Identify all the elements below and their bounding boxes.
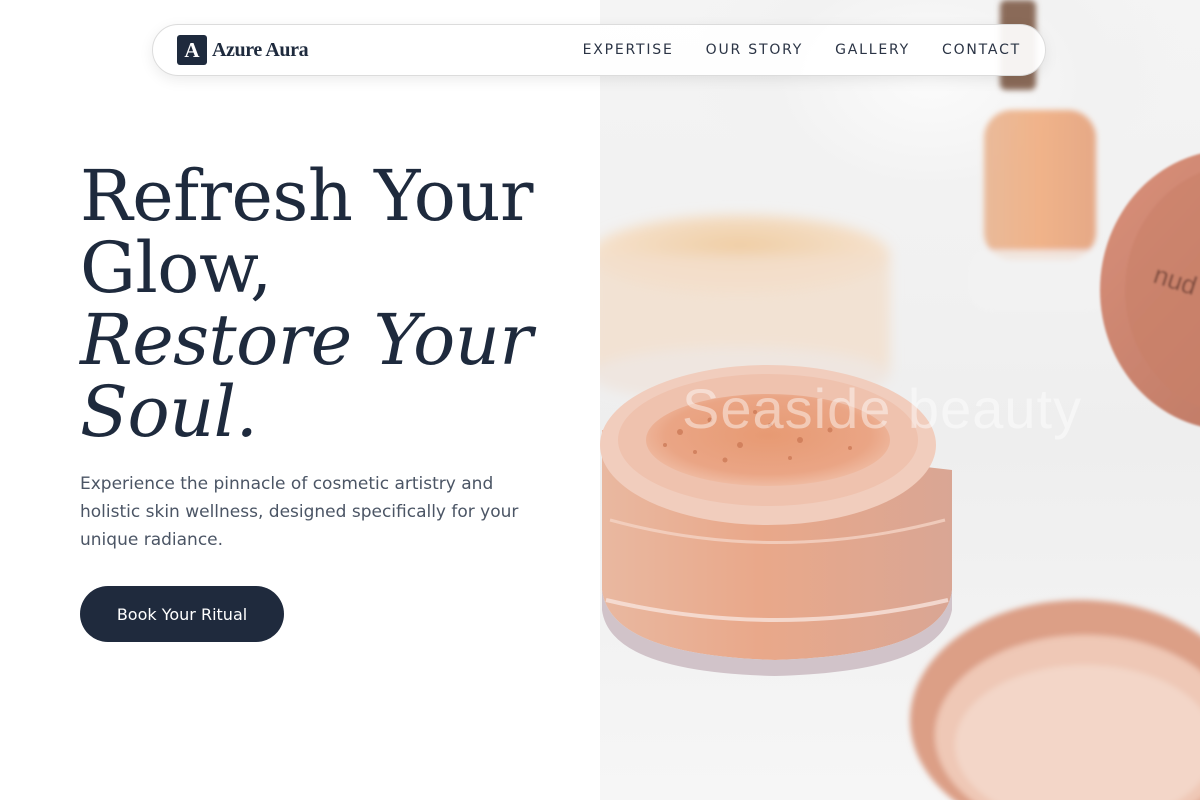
hero-image: nud Seaside beauty [600, 0, 1200, 800]
nav-link-gallery[interactable]: GALLERY [835, 42, 910, 58]
hero-headline: Refresh Your Glow, Restore Your Soul. [80, 160, 580, 448]
nav-links: EXPERTISE OUR STORY GALLERY CONTACT [583, 42, 1021, 58]
top-navigation: A Azure Aura EXPERTISE OUR STORY GALLERY… [152, 24, 1046, 76]
headline-line-1: Refresh Your [80, 155, 534, 237]
brand-logo-icon: A [177, 35, 207, 65]
headline-line-2: Glow, [80, 227, 272, 309]
nav-link-contact[interactable]: CONTACT [942, 42, 1021, 58]
hero-subtitle: Experience the pinnacle of cosmetic arti… [80, 474, 519, 550]
image-watermark: Seaside beauty [682, 377, 1083, 440]
book-your-ritual-button[interactable]: Book Your Ritual [80, 586, 284, 642]
brand-logo[interactable]: A Azure Aura [177, 35, 309, 65]
brand-name: Azure Aura [212, 38, 309, 61]
nav-link-expertise[interactable]: EXPERTISE [583, 42, 674, 58]
headline-line-4: Soul. [80, 371, 258, 453]
headline-line-3: Restore Your [80, 299, 533, 381]
nav-link-our-story[interactable]: OUR STORY [706, 42, 804, 58]
